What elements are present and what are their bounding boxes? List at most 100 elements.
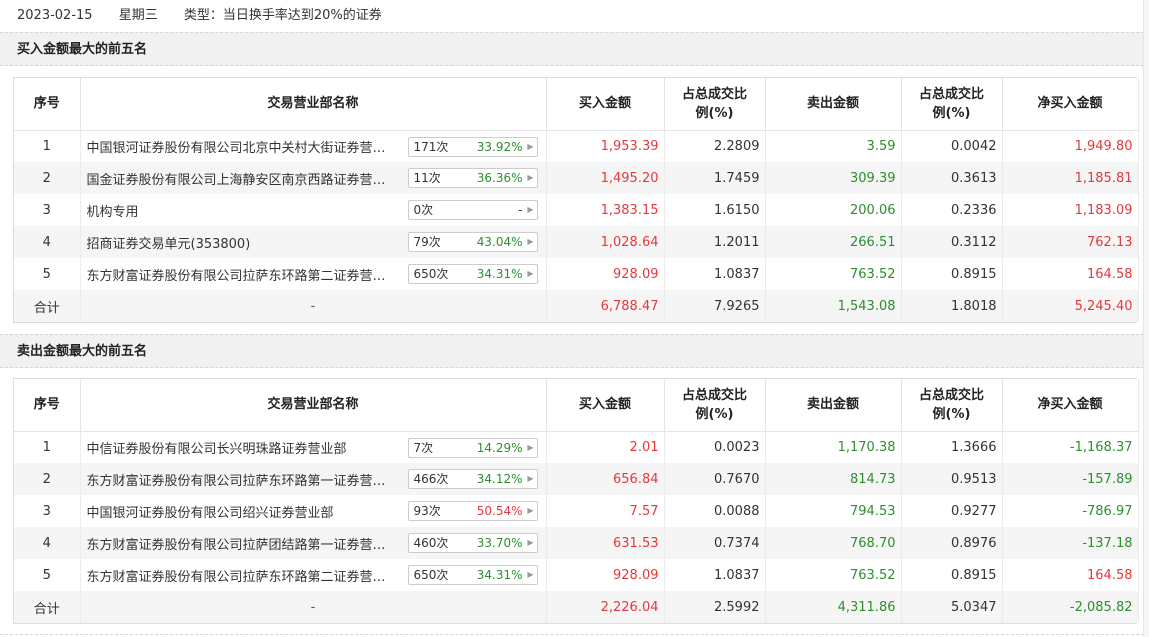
branch-name-link[interactable]: 东方财富证券股份有限公司拉萨东环路第二证券营业部	[87, 265, 393, 284]
col-branch-name: 交易营业部名称	[80, 78, 547, 131]
col-net-buy[interactable]: 净买入金额	[1002, 379, 1139, 432]
col-sell-amount[interactable]: 卖出金额	[765, 379, 902, 432]
col-buy-amount[interactable]: 买入金额	[546, 379, 665, 432]
buy-amount: 928.09	[546, 258, 665, 290]
win-rate: 33.92%	[476, 139, 523, 154]
weekday: 星期三	[118, 8, 158, 23]
table-row: 5 东方财富证券股份有限公司拉萨东环路第二证券营业部 650次 34.31% ▶ 928.…	[14, 559, 1139, 591]
rank-count: 460次	[413, 536, 449, 550]
sell-amount: 814.73	[765, 463, 902, 495]
total-sell-ratio: 5.0347	[901, 591, 1003, 623]
total-label: 合计	[14, 591, 81, 623]
branch-name-link[interactable]: 招商证券交易单元(353800)	[87, 233, 393, 252]
sell-ratio: 1.3666	[901, 431, 1003, 463]
branch-name-link[interactable]: 东方财富证券股份有限公司拉萨东环路第二证券营业部	[87, 566, 393, 585]
sell-top5-table: 序号 交易营业部名称 买入金额 占总成交比 例(%) 卖出金额 占总成交比 例(%)…	[13, 378, 1139, 624]
table-header-row: 序号 交易营业部名称 买入金额 占总成交比 例(%) 卖出金额 占总成交比 例(%)…	[14, 78, 1139, 131]
win-rate: 14.29%	[476, 440, 523, 455]
row-index: 5	[14, 559, 81, 591]
caret-right-icon: ▶	[527, 173, 534, 182]
rank-stats-badge[interactable]: 460次 33.70% ▶	[407, 533, 538, 553]
total-sell-amount: 1,543.08	[765, 290, 902, 322]
sell-amount: 200.06	[765, 194, 902, 226]
col-buy-amount[interactable]: 买入金额	[546, 78, 665, 131]
buy-amount: 1,495.20	[546, 162, 665, 194]
rank-stats-badge[interactable]: 0次 - ▶	[407, 200, 538, 220]
row-index: 4	[14, 226, 81, 258]
table-row: 5 东方财富证券股份有限公司拉萨东环路第二证券营业部 650次 34.31% ▶ 928.…	[14, 258, 1139, 290]
col-buy-ratio[interactable]: 占总成交比 例(%)	[664, 78, 766, 131]
col-sell-amount[interactable]: 卖出金额	[765, 78, 902, 131]
rank-stats-badge[interactable]: 650次 34.31% ▶	[407, 565, 538, 585]
row-index: 2	[14, 463, 81, 495]
buy-ratio: 0.0088	[664, 495, 766, 527]
rank-stats-badge[interactable]: 11次 36.36% ▶	[407, 168, 538, 188]
col-net-buy[interactable]: 净买入金额	[1002, 78, 1139, 131]
branch-name-link[interactable]: 国金证券股份有限公司上海静安区南京西路证券营业部	[87, 169, 393, 188]
buy-ratio: 1.6150	[664, 194, 766, 226]
total-buy-ratio: 7.9265	[664, 290, 766, 322]
branch-name-link[interactable]: 中国银河证券股份有限公司绍兴证券营业部	[87, 502, 393, 521]
net-buy-amount: 1,183.09	[1002, 194, 1139, 226]
total-label: 合计	[14, 290, 81, 322]
win-rate: 34.31%	[476, 267, 523, 281]
net-buy-amount: -157.89	[1002, 463, 1139, 495]
buy-ratio: 1.0837	[664, 559, 766, 591]
buy-ratio: 0.0023	[664, 431, 766, 463]
win-rate: 50.54%	[476, 504, 523, 518]
rank-count: 650次	[413, 267, 449, 281]
scrollbar[interactable]	[1143, 0, 1149, 637]
total-buy-amount: 6,788.47	[546, 290, 665, 322]
total-sell-ratio: 1.8018	[901, 290, 1003, 322]
table-row: 1 中信证券股份有限公司长兴明珠路证券营业部 7次 14.29% ▶ 2.01 0.0023…	[14, 431, 1139, 463]
branch-cell: 中国银河证券股份有限公司绍兴证券营业部 93次 50.54% ▶	[80, 495, 547, 527]
sell-ratio: 0.8915	[901, 559, 1003, 591]
buy-amount: 656.84	[546, 463, 665, 495]
table-row: 3 机构专用 0次 - ▶ 1,383.15 1.6150 200.06 0.2336 1,183…	[14, 194, 1139, 226]
branch-cell: 东方财富证券股份有限公司拉萨东环路第一证券营业部 466次 34.12% ▶	[80, 463, 547, 495]
caret-right-icon: ▶	[527, 269, 534, 278]
sell-amount: 763.52	[765, 258, 902, 290]
net-buy-amount: -137.18	[1002, 527, 1139, 559]
type-label: 类型：当日换手率达到20%的证券	[183, 8, 382, 23]
col-sell-ratio[interactable]: 占总成交比 例(%)	[901, 379, 1003, 432]
bottom-divider	[0, 634, 1149, 635]
branch-name-link[interactable]: 东方财富证券股份有限公司拉萨东环路第一证券营业部	[87, 470, 393, 489]
win-rate: 43.04%	[476, 235, 523, 249]
buy-ratio: 0.7670	[664, 463, 766, 495]
branch-name-link[interactable]: 机构专用	[87, 201, 393, 220]
row-index: 3	[14, 495, 81, 527]
rank-stats-badge[interactable]: 79次 43.04% ▶	[407, 232, 538, 252]
caret-right-icon: ▶	[527, 237, 534, 246]
col-buy-ratio[interactable]: 占总成交比 例(%)	[664, 379, 766, 432]
net-buy-amount: 1,185.81	[1002, 162, 1139, 194]
rank-count: 650次	[413, 568, 449, 582]
col-idx: 序号	[14, 379, 81, 432]
caret-right-icon: ▶	[527, 506, 534, 515]
col-sell-ratio[interactable]: 占总成交比 例(%)	[901, 78, 1003, 131]
rank-count: 466次	[413, 472, 449, 486]
row-index: 4	[14, 527, 81, 559]
buy-ratio: 1.7459	[664, 162, 766, 194]
branch-name-link[interactable]: 东方财富证券股份有限公司拉萨团结路第一证券营业部	[87, 534, 393, 553]
rank-stats-badge[interactable]: 650次 34.31% ▶	[407, 264, 538, 284]
branch-name-link[interactable]: 中信证券股份有限公司长兴明珠路证券营业部	[87, 438, 393, 457]
caret-right-icon: ▶	[527, 141, 534, 151]
total-buy-amount: 2,226.04	[546, 591, 665, 623]
branch-cell: 招商证券交易单元(353800) 79次 43.04% ▶	[80, 226, 547, 258]
branch-name-link[interactable]: 中国银河证券股份有限公司北京中关村大街证券营业部	[87, 137, 393, 156]
table-header-row: 序号 交易营业部名称 买入金额 占总成交比 例(%) 卖出金额 占总成交比 例(%)…	[14, 379, 1139, 432]
rank-stats-badge[interactable]: 7次 14.29% ▶	[407, 437, 538, 458]
rank-stats-badge[interactable]: 171次 33.92% ▶	[407, 136, 538, 157]
net-buy-amount: -1,168.37	[1002, 431, 1139, 463]
table-row: 4 东方财富证券股份有限公司拉萨团结路第一证券营业部 460次 33.70% ▶ 631.…	[14, 527, 1139, 559]
row-index: 1	[14, 431, 81, 463]
rank-stats-badge[interactable]: 466次 34.12% ▶	[407, 469, 538, 489]
buy-amount: 2.01	[546, 431, 665, 463]
sell-ratio: 0.9513	[901, 463, 1003, 495]
row-index: 3	[14, 194, 81, 226]
buy-top5-title: 买入金额最大的前五名	[0, 32, 1149, 66]
buy-amount: 1,028.64	[546, 226, 665, 258]
rank-stats-badge[interactable]: 93次 50.54% ▶	[407, 501, 538, 521]
sell-ratio: 0.9277	[901, 495, 1003, 527]
